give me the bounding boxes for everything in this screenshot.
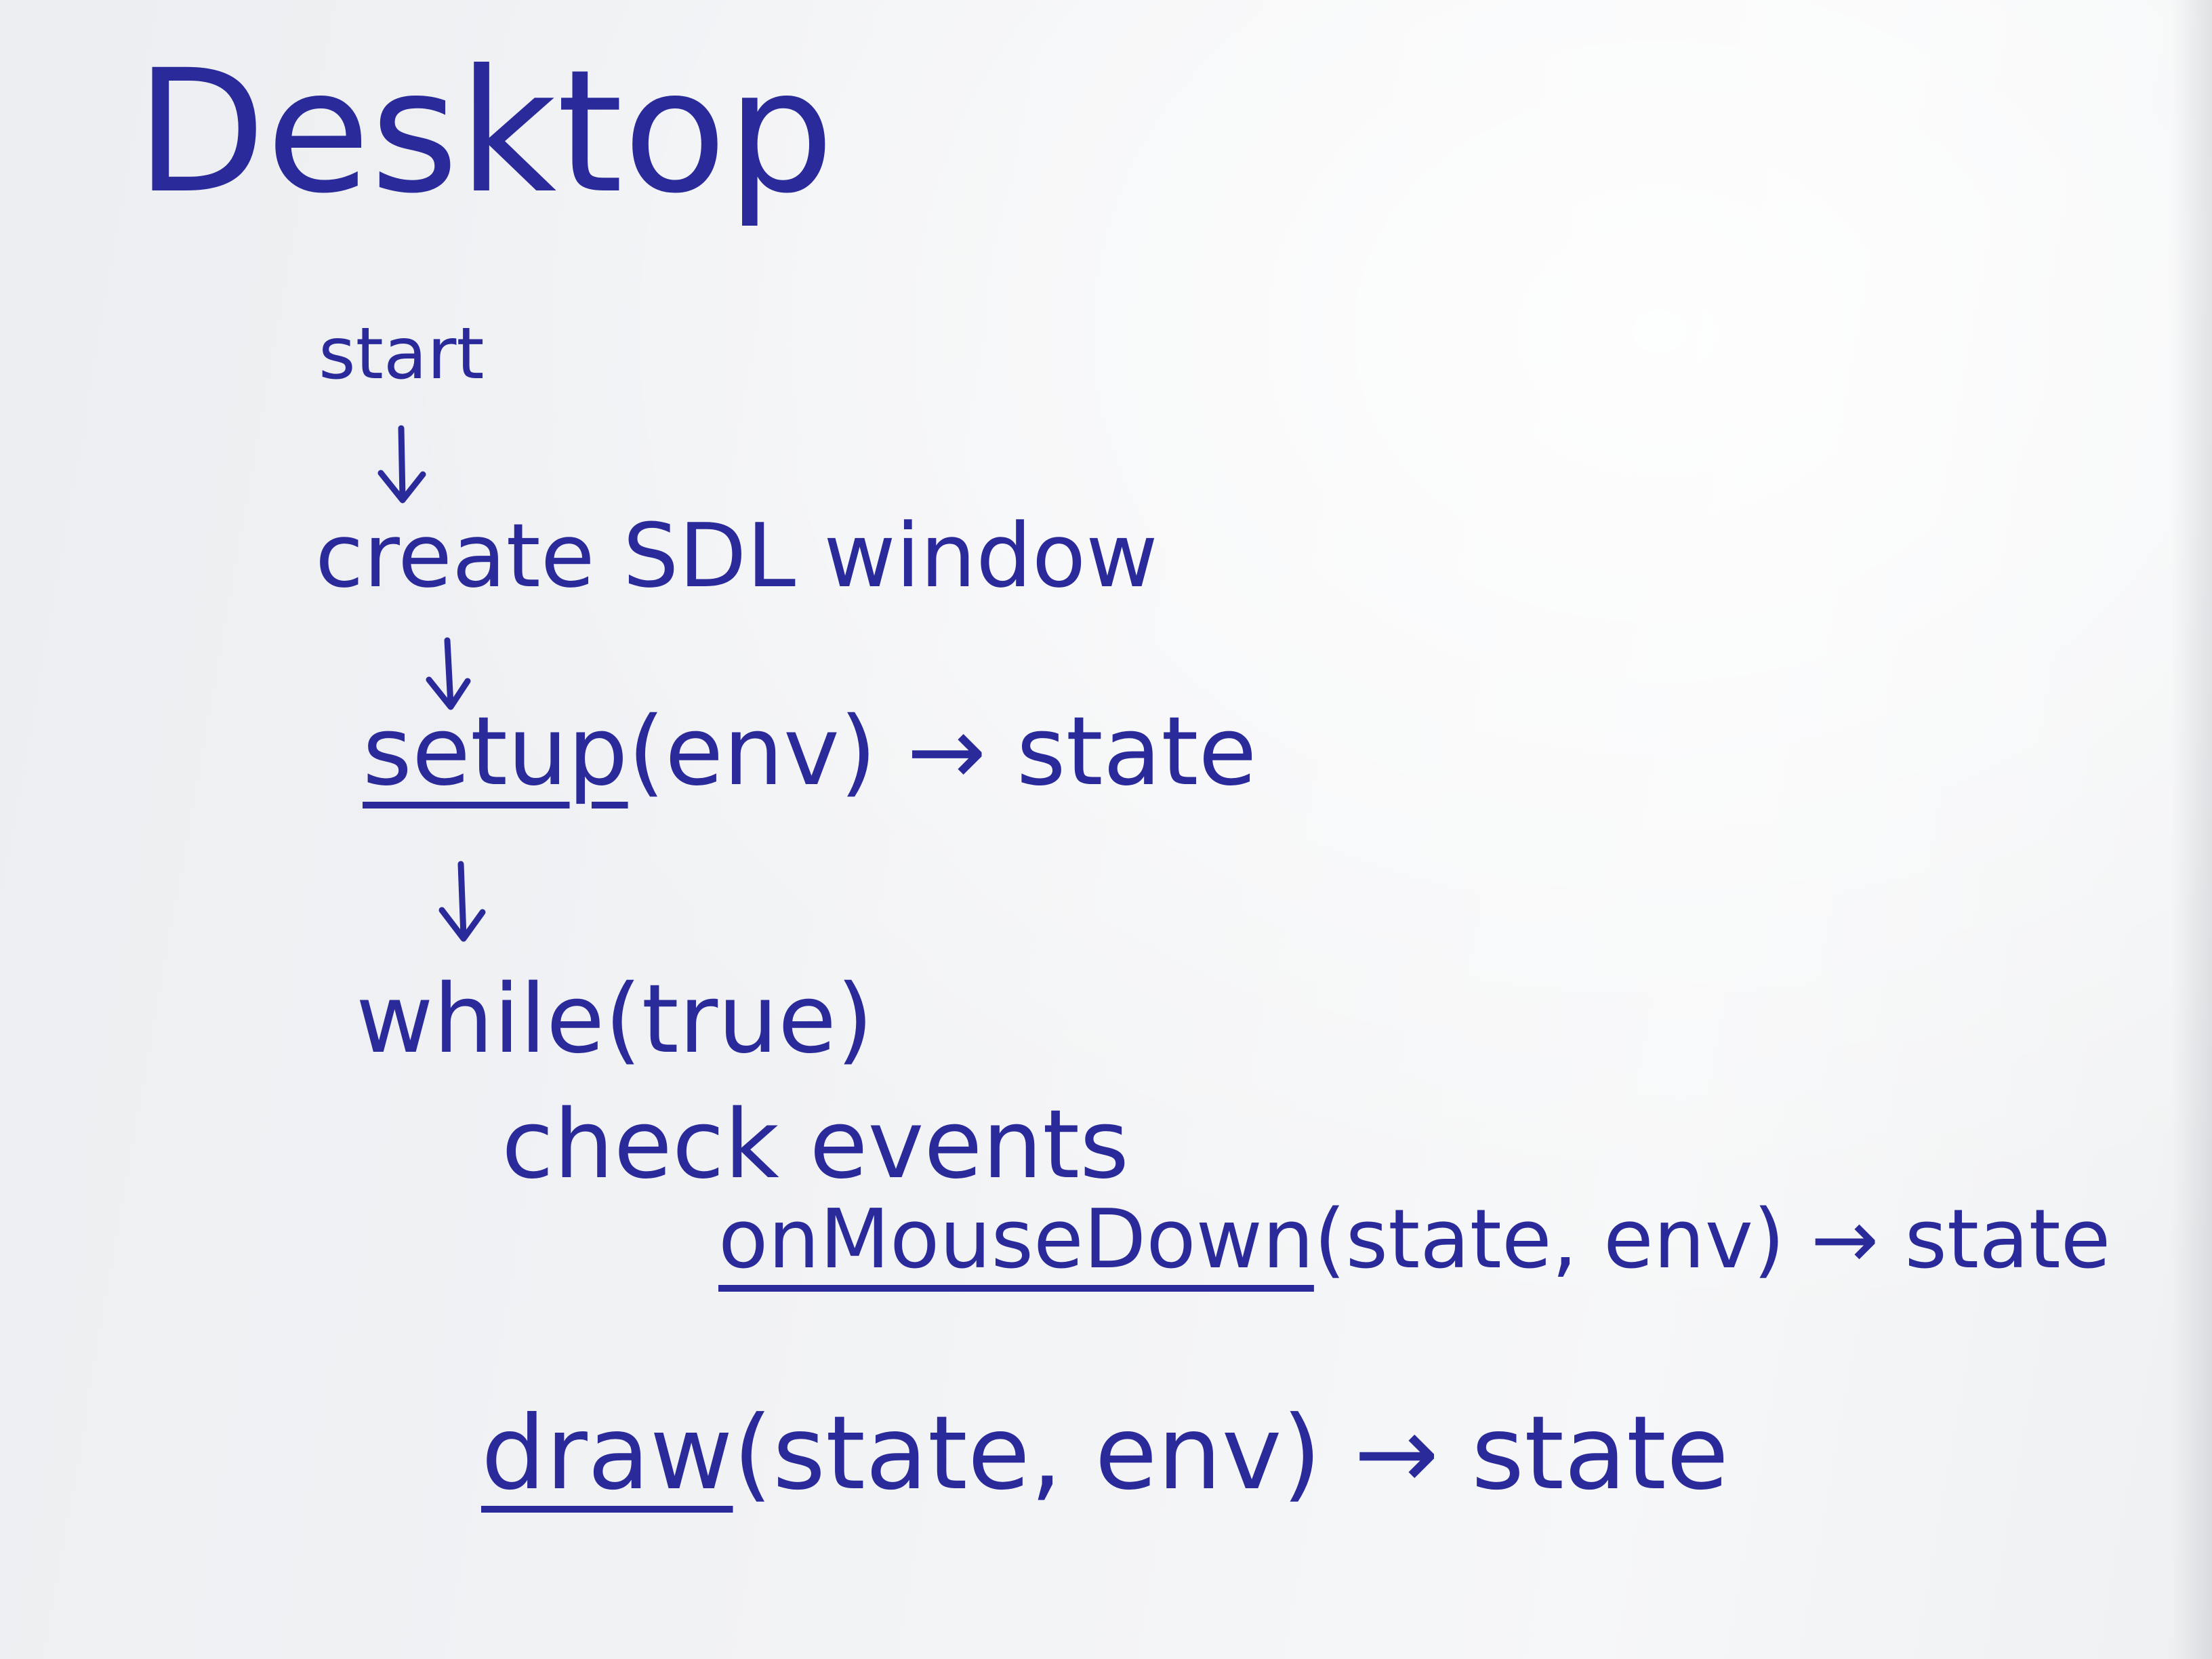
whiteboard-paper: Desktop start create SDL window setup(en… bbox=[0, 0, 2212, 1659]
down-arrow-icon bbox=[377, 425, 426, 504]
down-arrow-icon bbox=[426, 637, 471, 710]
down-arrow-icon bbox=[438, 861, 486, 942]
flow-arrows bbox=[377, 425, 486, 942]
